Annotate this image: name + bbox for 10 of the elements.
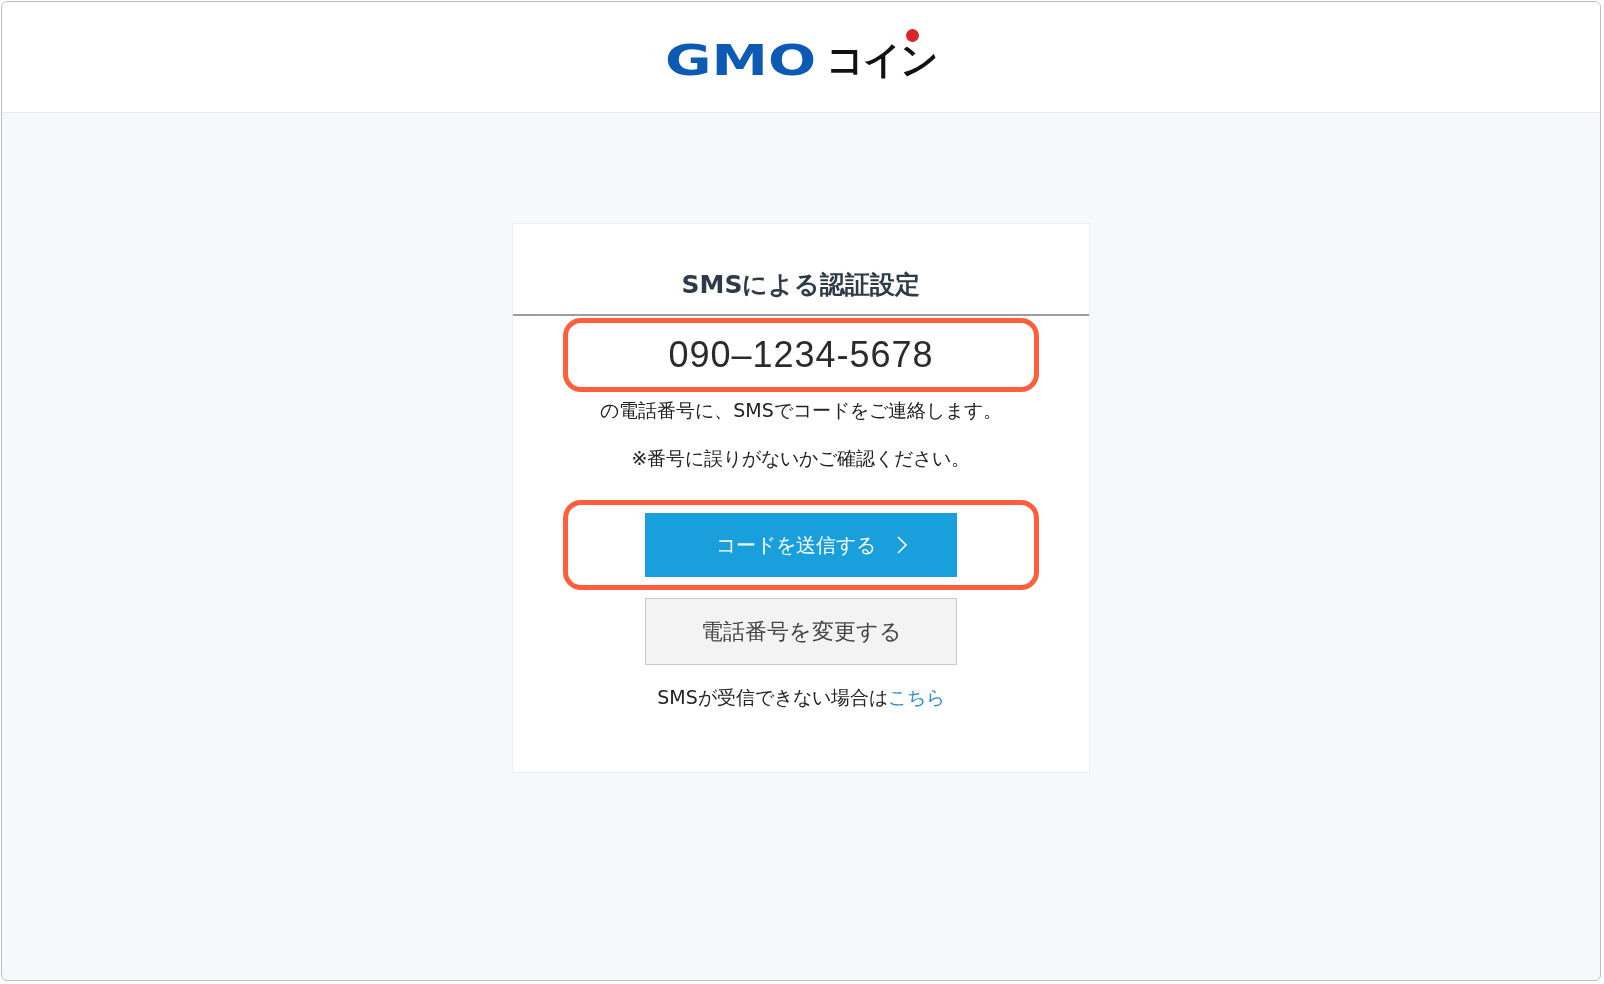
card-title: SMSによる認証設定	[681, 269, 921, 301]
phone-number: 090–1234-5678	[668, 334, 934, 376]
logo[interactable]: GMO コイン	[664, 28, 938, 86]
help-link[interactable]: こちら	[887, 685, 945, 711]
notice-text: の電話番号に、SMSでコードをご連絡します。	[600, 398, 1002, 423]
help-text: SMSが受信できない場合は	[657, 685, 888, 710]
caution-text: ※番号に誤りがないかご確認ください。	[631, 446, 971, 471]
change-number-button[interactable]: 電話番号を変更する	[645, 598, 957, 665]
logo-dot-icon	[906, 28, 920, 42]
chevron-right-icon	[896, 535, 908, 555]
